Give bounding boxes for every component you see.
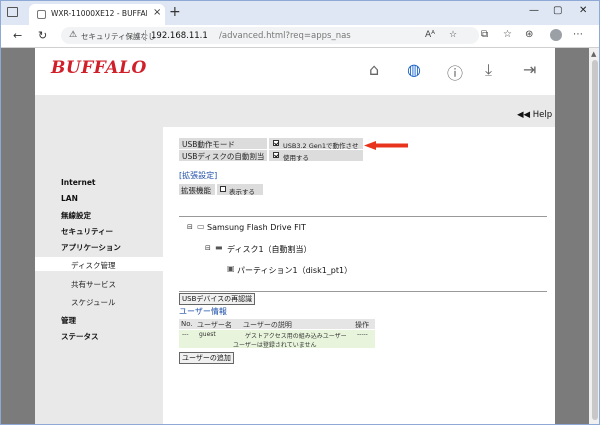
globe-icon[interactable]: ◍ [407,60,421,79]
collections-icon[interactable]: ☆ [503,29,512,40]
red-arrow-annotation [364,141,408,150]
divider-top [179,216,547,217]
content-area: USB動作モード USB3.2 Gen1で動作させる USBディスクの自動割当 … [163,127,555,424]
main-panel: ◀◀ Help Internet LAN 無線設定 セキュリティー アプリケーシ… [35,95,555,424]
new-tab-icon[interactable]: + [169,4,181,20]
usb-mode-checkbox[interactable] [273,140,279,146]
disk-icon: ▬ [215,243,223,252]
extended-show-cell: 表示する [217,184,263,196]
tab-actions-icon[interactable] [7,7,18,17]
buffalo-logo: BUFFALO [51,58,147,78]
column-actions: 操作 [355,321,369,329]
vertical-scrollbar[interactable]: ▲ [589,48,599,424]
help-link[interactable]: ◀◀ Help [517,110,552,120]
table-row: --- guest ゲストアクセス用の組み込みユーザー ----- [179,330,375,340]
auto-assign-checkbox[interactable] [273,152,279,158]
tab-title: WXR-11000XE12 - BUFFALO AirS [51,9,147,18]
partition-name[interactable]: パーティション1（disk1_pt1） [237,265,352,276]
usb-mode-value-cell: USB3.2 Gen1で動作させる [269,138,363,160]
partition-icon: ▣ [227,264,235,273]
close-tab-icon[interactable]: × [153,7,161,18]
extended-feature-label: 拡張機能 [181,186,211,195]
disk-collapse-icon[interactable]: ⊟ [205,244,211,252]
read-aloud-icon[interactable]: Aᴬ [425,30,435,40]
browser-tab[interactable]: WXR-11000XE12 - BUFFALO AirS × [29,4,165,25]
extended-feature-label-cell: 拡張機能 [179,184,215,195]
tab-strip: WXR-11000XE12 - BUFFALO AirS × + — ▢ ✕ [1,1,599,25]
sidebar-item-security[interactable]: セキュリティー [61,226,113,237]
user-no: --- [182,331,189,338]
url-host[interactable]: 192.168.11.1 [151,31,208,41]
profile-icon[interactable] [550,29,562,41]
sidebar-item-status[interactable]: ステータス [61,331,99,342]
user-name: guest [199,331,216,338]
sidebar-item-internet[interactable]: Internet [61,178,96,187]
device-collapse-icon[interactable]: ⊟ [187,223,193,231]
favorite-icon[interactable]: ☆ [449,30,457,40]
browser-window: WXR-11000XE12 - BUFFALO AirS × + — ▢ ✕ ←… [0,0,600,425]
usb-mode-label-cell: USB動作モード [179,138,267,149]
back-icon[interactable]: ← [13,29,22,42]
sidebar-item-applications[interactable]: アプリケーション [61,242,121,253]
auto-assign-value[interactable]: 使用する [283,152,309,162]
usb-rescan-button[interactable]: USBデバイスの再認識 [179,293,256,305]
sidebar-item-disk-management[interactable]: ディスク管理 [71,260,115,271]
security-icon[interactable]: ⊛ [525,29,533,40]
empty-users-row: ユーザーは登録されていません [179,339,375,349]
navigation-bar: ← ↻ ⚠ セキュリティ保護なし 192.168.11.1 /advanced.… [1,25,599,48]
warning-icon[interactable]: ⚠ [69,30,77,40]
add-user-button[interactable]: ユーザーの追加 [179,352,234,364]
info-icon[interactable]: ⓘ [447,60,463,84]
empty-users-message: ユーザーは登録されていません [233,342,317,349]
user-info-heading: ユーザー情報 [179,307,227,316]
home-icon[interactable]: ⌂ [369,60,379,79]
usb-mode-label: USB動作モード [182,140,235,149]
scrollbar-thumb[interactable] [592,60,598,420]
sidebar-item-schedule[interactable]: スケジュール [71,297,115,308]
column-username: ユーザー名 [197,321,232,329]
auto-assign-label: USBディスクの自動割当 [182,152,265,161]
usb-device-icon: ▭ [197,222,205,231]
minimize-icon[interactable]: — [529,5,539,16]
sidebar-item-wireless[interactable]: 無線設定 [61,210,91,221]
user-table-header: No. ユーザー名 ユーザーの説明 操作 [179,319,375,329]
column-no: No. [181,320,193,328]
sidebar-item-admin[interactable]: 管理 [61,315,76,326]
column-description: ユーザーの説明 [243,321,292,329]
address-bar[interactable]: ⚠ セキュリティ保護なし 192.168.11.1 /advanced.html… [61,27,479,44]
extended-settings-heading: [拡張設定] [179,171,218,180]
scroll-up-icon[interactable]: ▲ [591,50,596,58]
router-header: BUFFALO ⌂ ◍ ⓘ ⤓ ⇥ [35,48,555,95]
auto-assign-label-cell: USBディスクの自動割当 [179,150,267,161]
download-icon[interactable]: ⤓ [485,60,492,80]
extended-show-label[interactable]: 表示する [229,186,255,196]
page-favicon-icon [37,10,46,19]
usb-device-name[interactable]: Samsung Flash Drive FIT [207,223,306,232]
extended-show-checkbox[interactable] [220,186,226,192]
logout-icon[interactable]: ⇥ [523,60,536,79]
extensions-icon[interactable]: ⧉ [481,29,488,40]
refresh-icon[interactable]: ↻ [38,29,47,42]
more-icon[interactable]: ⋯ [573,29,583,40]
sidebar-item-lan[interactable]: LAN [61,194,78,203]
sidebar-item-shared-services[interactable]: 共有サービス [71,279,116,290]
auto-assign-value-cell: 使用する [269,150,363,162]
address-separator [145,30,146,41]
user-action: ----- [357,331,368,338]
disk-name[interactable]: ディスク1（自動割当） [227,244,312,255]
page-area: BUFFALO ⌂ ◍ ⓘ ⤓ ⇥ ◀◀ Help Internet LAN 無… [1,48,589,424]
maximize-icon[interactable]: ▢ [553,5,562,16]
close-window-icon[interactable]: ✕ [579,5,587,16]
divider-bottom [179,291,547,292]
url-path[interactable]: /advanced.html?req=apps_nas [219,31,351,41]
